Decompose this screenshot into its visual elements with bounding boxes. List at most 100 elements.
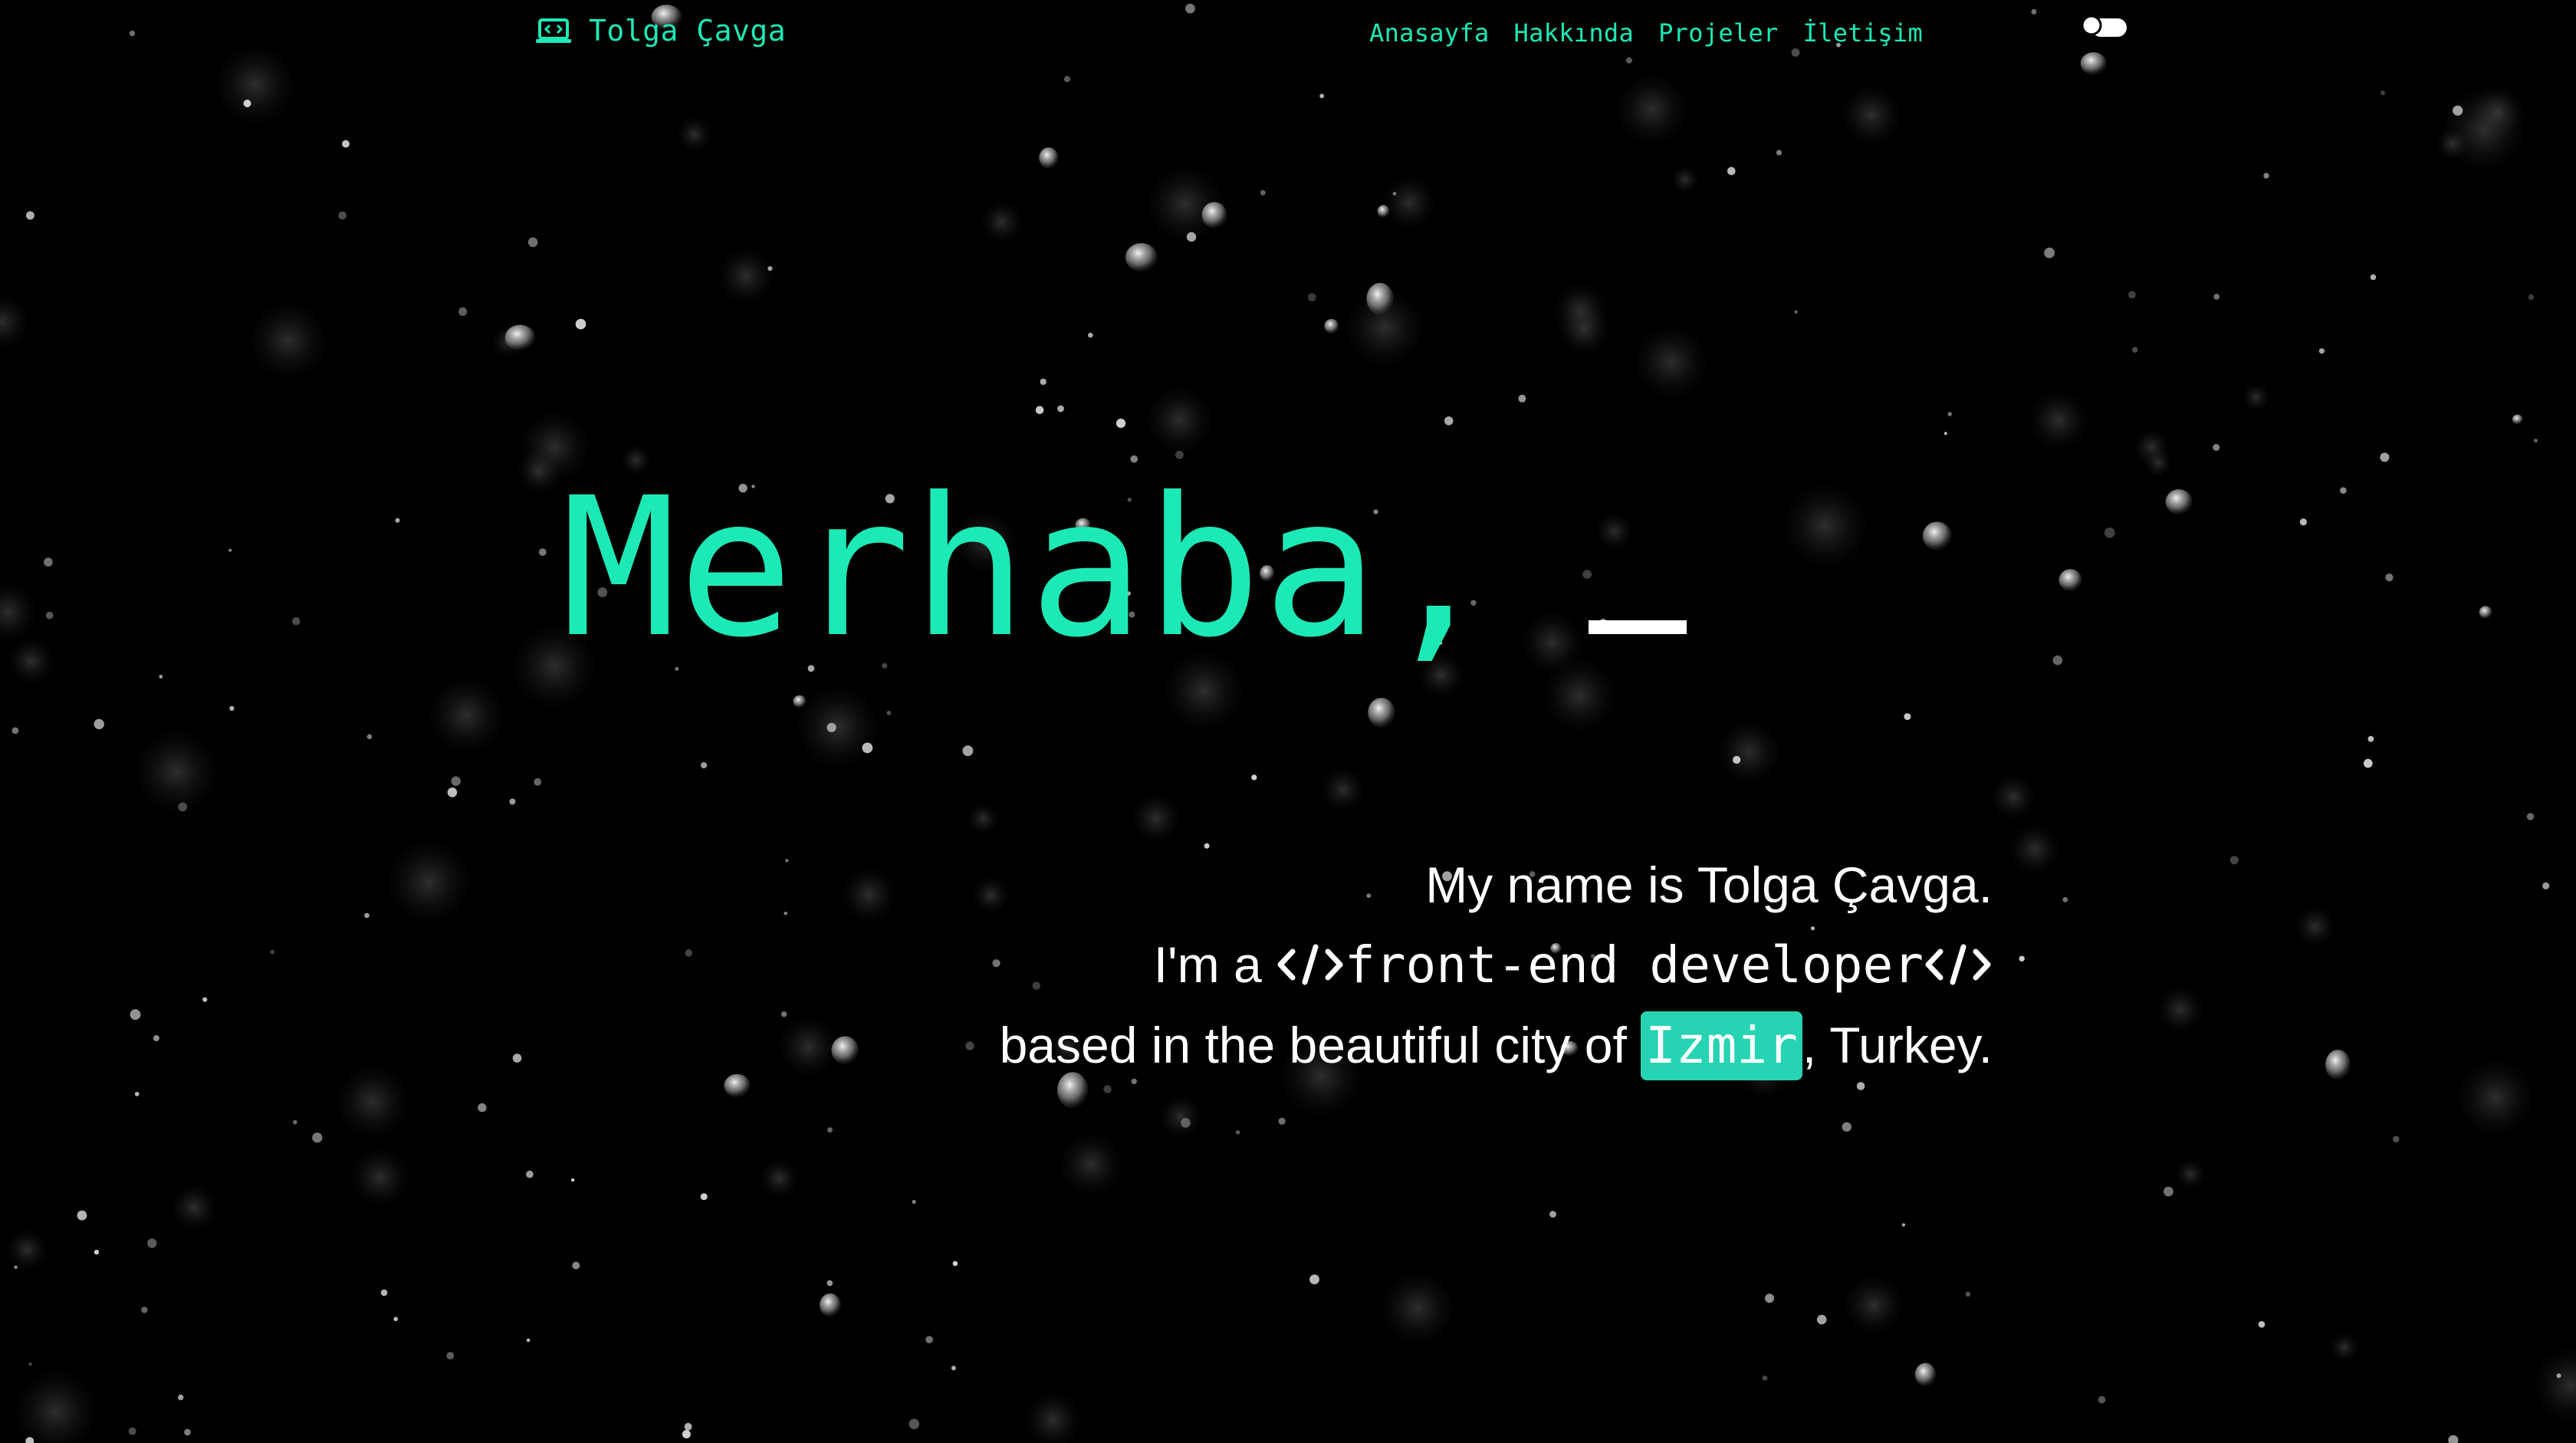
particle-speck (1904, 713, 1911, 721)
nav-item-anasayfa[interactable]: Anasayfa (1369, 18, 1490, 48)
particle-speck (2393, 1136, 2400, 1142)
hero-greeting: Merhaba, (561, 456, 1497, 679)
particle-blob (516, 449, 562, 495)
particle-speck (2258, 1321, 2266, 1328)
particle-speck (1319, 94, 1324, 99)
particle-speck (862, 742, 873, 754)
particle-speck (1518, 394, 1526, 403)
laptop-code-icon (536, 18, 571, 43)
particle-drop (1125, 243, 1158, 272)
particle-speck (147, 1238, 157, 1248)
particle-speck (2380, 90, 2385, 96)
particle-speck (2263, 173, 2269, 179)
particle-speck (570, 1178, 575, 1182)
particle-blob (2436, 127, 2469, 160)
particle-speck (25, 211, 34, 220)
theme-toggle-button[interactable] (2081, 15, 2128, 38)
nav-item-projeler[interactable]: Projeler (1658, 18, 1779, 48)
particle-speck (380, 1289, 388, 1297)
particle-drop (1039, 147, 1059, 169)
particle-blob (1145, 385, 1214, 455)
particle-blob (0, 293, 31, 350)
particle-drop (2325, 1050, 2351, 1080)
particle-speck (1944, 432, 1947, 436)
nav-item-hakkinda[interactable]: Hakkında (1514, 18, 1635, 48)
particle-speck (458, 307, 468, 316)
particle-drop (793, 695, 807, 708)
particle-speck (366, 734, 373, 740)
particle-blob (1990, 774, 2037, 820)
particle-blob (248, 301, 329, 381)
particle-blob (5, 1228, 48, 1271)
particle-blob (2132, 428, 2170, 466)
particle-speck (538, 548, 547, 556)
particle-speck (1965, 1291, 1971, 1297)
particle-speck (685, 949, 692, 957)
intro-location-prefix: based in the beautiful city of (999, 1017, 1627, 1073)
particle-blob (1840, 84, 1903, 146)
particle-blob (1716, 719, 1782, 785)
particle-blob (1382, 175, 1437, 231)
particle-speck (141, 1307, 148, 1313)
particle-blob (1633, 324, 1709, 400)
particle-speck (2132, 347, 2138, 353)
particle-speck (1901, 1223, 1906, 1227)
particle-blob (2329, 1332, 2360, 1362)
particle-blob (759, 1158, 799, 1198)
particle-speck (447, 787, 458, 797)
particle-speck (1947, 412, 1952, 416)
particle-blob (350, 1146, 411, 1208)
particle-blob (2027, 389, 2090, 452)
brand-link[interactable]: Tolga Çavga (535, 14, 786, 48)
nav-item-iletisim[interactable]: İletişim (1803, 18, 1924, 48)
intro-line-role: I'm a front-end developer (1000, 925, 1993, 1005)
particle-speck (826, 722, 836, 732)
particle-blob (0, 582, 38, 643)
particle-speck (965, 1041, 974, 1050)
particle-blob (2156, 985, 2205, 1034)
particle-speck (338, 211, 347, 220)
particle-drop (504, 324, 536, 351)
particle-speck (178, 802, 188, 812)
particle-speck (2367, 735, 2374, 742)
particle-drop (1914, 1362, 1937, 1387)
particle-speck (94, 718, 104, 730)
particle-speck (1116, 419, 1126, 429)
hero-heading: Merhaba, (561, 472, 1687, 664)
particle-blob (133, 728, 221, 816)
particle-speck (228, 548, 232, 552)
particle-speck (700, 1193, 708, 1201)
particle-blob (2174, 1159, 2206, 1190)
particle-blob (2242, 383, 2271, 412)
particle-speck (14, 1265, 18, 1269)
typing-cursor (1589, 620, 1687, 634)
particle-speck (1251, 774, 1257, 781)
particle-speck (1392, 192, 1397, 196)
particle-speck (446, 1352, 455, 1359)
particle-speck (1444, 416, 1454, 426)
particle-drop (831, 1036, 859, 1065)
particle-speck (912, 1199, 916, 1205)
particle-speck (925, 1336, 933, 1343)
particle-speck (153, 1035, 159, 1042)
particle-speck (393, 1316, 398, 1322)
particle-drop (820, 1293, 841, 1317)
particle-speck (2164, 1186, 2174, 1197)
particle-speck (2385, 574, 2394, 582)
particle-blob (1130, 793, 1182, 844)
particle-speck (2453, 105, 2463, 116)
particle-speck (951, 1366, 956, 1371)
particle-blob (2008, 823, 2061, 876)
particle-speck (2098, 1395, 2106, 1404)
particle-speck (2526, 813, 2535, 820)
particle-speck (701, 762, 708, 769)
particle-speck (159, 675, 163, 679)
particle-drop (1368, 698, 1395, 728)
particle-speck (2213, 444, 2220, 451)
particle-speck (1842, 1122, 1852, 1132)
particle-blob (12, 1368, 100, 1443)
particle-blob (1843, 1274, 1904, 1336)
particle-speck (128, 1427, 136, 1435)
particle-speck (178, 1394, 184, 1401)
particle-drop (2058, 569, 2082, 592)
